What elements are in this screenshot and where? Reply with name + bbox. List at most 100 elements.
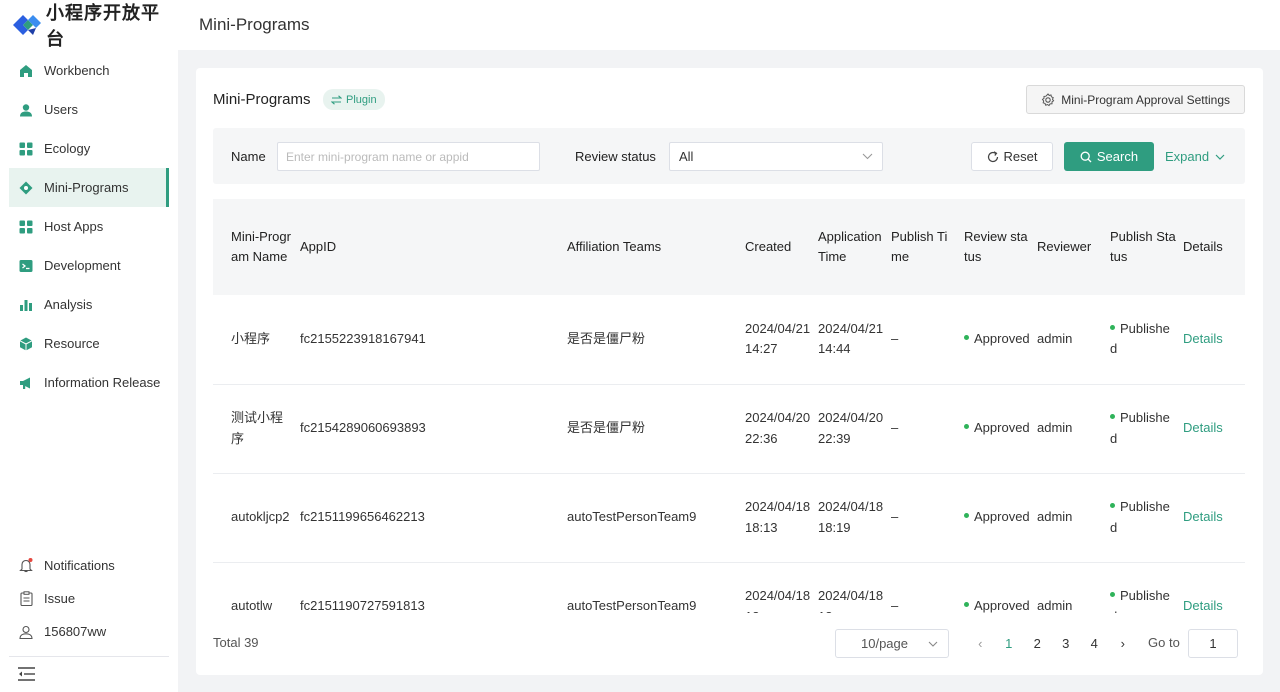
application-time-cell: 2024/04/18 18: — [818, 562, 891, 613]
reset-button[interactable]: Reset — [971, 142, 1053, 171]
reviewer-cell: admin — [1037, 562, 1110, 613]
status-dot — [1110, 324, 1115, 330]
page-1[interactable]: 1 — [995, 636, 1024, 651]
page-title: Mini-Programs — [199, 15, 310, 34]
details-link[interactable]: Details — [1183, 509, 1223, 524]
bell-icon — [19, 558, 33, 573]
review-status-value: All — [679, 149, 694, 164]
next-page-icon[interactable]: › — [1109, 636, 1138, 651]
cube-icon — [19, 337, 33, 351]
filter-bar: Name Enter mini-program name or appid Re… — [213, 128, 1245, 184]
review-status-cell: Approved — [964, 562, 1037, 613]
sidebar-item-label: Mini-Programs — [44, 180, 129, 195]
review-status-select[interactable]: All — [669, 142, 883, 171]
details-link[interactable]: Details — [1183, 598, 1223, 613]
sidebar-item-label: Development — [44, 258, 121, 273]
appid-cell: fc2151199656462213 — [300, 473, 567, 563]
clipboard-icon — [19, 591, 33, 606]
review-status-cell: Approved — [964, 473, 1037, 563]
appid-cell: fc2155223918167941 — [300, 295, 567, 385]
publish-status-cell: Published — [1110, 384, 1183, 474]
sidebar-item-label: Host Apps — [44, 219, 104, 234]
goto-page-input[interactable]: 1 — [1188, 629, 1238, 658]
user-icon — [19, 103, 33, 117]
bottom-nav: Notifications Issue 156807ww — [9, 549, 169, 648]
column-header: Affiliation Teams — [567, 199, 745, 295]
sidebar-item-workbench[interactable]: Workbench — [9, 51, 169, 90]
logo-text: 小程序开放平台 — [46, 3, 160, 50]
search-button[interactable]: Search — [1064, 142, 1154, 171]
team-cell: 是否是僵尸粉 — [567, 384, 745, 474]
program-name: autokljcp2 — [213, 473, 300, 563]
sidebar-item-account[interactable]: 156807ww — [9, 615, 169, 648]
status-dot — [964, 602, 969, 608]
sidebar-item-label: Workbench — [44, 63, 110, 78]
table-row: 小程序 fc2155223918167941 是否是僵尸粉 2024/04/21… — [213, 295, 1245, 385]
page-4[interactable]: 4 — [1080, 636, 1109, 651]
review-status-text: Approved — [974, 331, 1030, 346]
name-search-input[interactable]: Enter mini-program name or appid — [277, 142, 540, 171]
created-cell: 2024/04/21 14:27 — [745, 295, 818, 385]
table-row: autotlw fc2151190727591813 autoTestPerso… — [213, 562, 1245, 613]
chevron-down-icon — [862, 153, 873, 160]
plugin-tag-label: Plugin — [346, 93, 377, 106]
sidebar-item-ecology[interactable]: Ecology — [9, 129, 169, 168]
grid-icon — [19, 142, 33, 156]
table-row: autokljcp2 fc2151199656462213 autoTestPe… — [213, 473, 1245, 563]
sidebar-item-information-release[interactable]: Information Release — [9, 363, 169, 402]
details-link[interactable]: Details — [1183, 331, 1223, 346]
details-link[interactable]: Details — [1183, 420, 1223, 435]
sidebar-item-label: Analysis — [44, 297, 93, 312]
table-row: 测试小程序 fc2154289060693893 是否是僵尸粉 2024/04/… — [213, 384, 1245, 474]
review-status-label: Review status — [575, 149, 656, 164]
page-2[interactable]: 2 — [1023, 636, 1052, 651]
prev-page-icon[interactable]: ‹ — [966, 636, 995, 651]
column-header: Reviewer — [1037, 199, 1110, 295]
sidebar-item-users[interactable]: Users — [9, 90, 169, 129]
sidebar-item-label: Resource — [44, 336, 100, 351]
sidebar: 小程序开放平台 Workbench Users Ecology Mini-Pro… — [0, 0, 178, 692]
search-label: Search — [1096, 149, 1139, 164]
details-cell: Details — [1183, 384, 1245, 474]
plugin-tag[interactable]: Plugin — [323, 89, 385, 110]
review-status-text: Approved — [974, 420, 1030, 436]
approval-settings-button[interactable]: Mini-Program Approval Settings — [1026, 85, 1245, 114]
column-header: Created — [745, 199, 818, 295]
sidebar-item-resource[interactable]: Resource — [9, 324, 169, 363]
status-dot — [1110, 503, 1115, 509]
logo[interactable]: 小程序开放平台 — [12, 3, 178, 50]
collapse-menu-icon[interactable] — [18, 667, 35, 681]
details-cell: Details — [1183, 473, 1245, 563]
sidebar-item-mini-programs[interactable]: Mini-Programs — [9, 168, 169, 207]
created-cell: 2024/04/18 18: — [745, 562, 818, 613]
sidebar-item-label: Information Release — [44, 375, 161, 390]
total-count: Total 39 — [213, 635, 259, 650]
publish-status-cell: Published — [1110, 562, 1183, 613]
application-time-cell: 2024/04/20 22:39 — [818, 384, 891, 474]
name-filter-label: Name — [231, 149, 266, 164]
publish-status-text: Published — [1110, 320, 1170, 357]
application-time-cell: 2024/04/18 18:19 — [818, 473, 891, 563]
application-time-cell: 2024/04/21 14:44 — [818, 295, 891, 385]
publish-status-text: Published — [1110, 588, 1170, 613]
sidebar-item-label: Notifications — [44, 558, 115, 573]
reviewer-cell: admin — [1037, 384, 1110, 474]
review-status-cell: Approved — [964, 295, 1037, 385]
sidebar-item-development[interactable]: Development — [9, 246, 169, 285]
publish-status-cell: Published — [1110, 295, 1183, 385]
mini-programs-table: Mini-Program Name AppID Affiliation Team… — [213, 199, 1245, 613]
sidebar-item-label: Users — [44, 102, 78, 117]
sidebar-item-issue[interactable]: Issue — [9, 582, 169, 615]
column-header: Details — [1183, 199, 1245, 295]
mini-programs-card: Mini-Programs Plugin Mini-Program Approv… — [196, 68, 1263, 675]
sidebar-item-notifications[interactable]: Notifications — [9, 549, 169, 582]
swap-icon — [331, 94, 342, 105]
sidebar-item-analysis[interactable]: Analysis — [9, 285, 169, 324]
expand-filters-link[interactable]: Expand — [1165, 149, 1225, 164]
sidebar-item-host-apps[interactable]: Host Apps — [9, 207, 169, 246]
status-dot — [964, 513, 969, 519]
page-size-select[interactable]: 10/page — [835, 629, 949, 658]
appid-cell: fc2151190727591813 — [300, 562, 567, 613]
page-3[interactable]: 3 — [1052, 636, 1081, 651]
program-name: 小程序 — [213, 295, 300, 385]
